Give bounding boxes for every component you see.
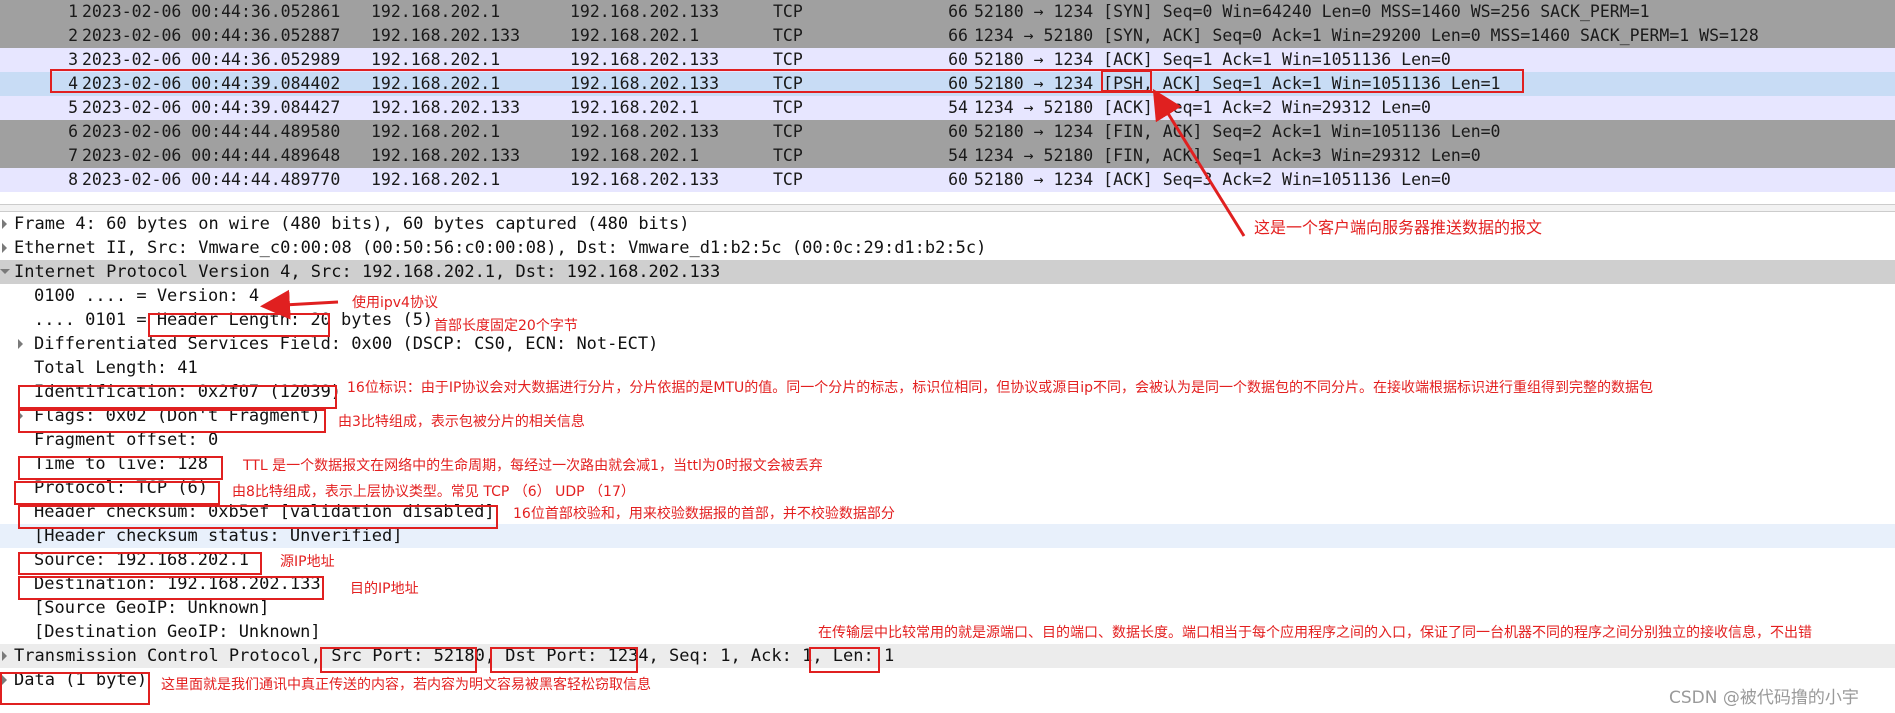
packet-info: 52180 → 1234 [FIN, ACK] Seq=2 Ack=1 Win=…	[974, 122, 1501, 141]
packet-protocol: TCP	[773, 146, 803, 165]
packet-info: 1234 → 52180 [ACK] Seq=1 Ack=2 Win=29312…	[974, 98, 1431, 117]
packet-length: 66	[948, 2, 968, 21]
packet-row[interactable]: 6 2023-02-06 00:44:44.489580 192.168.202.1…	[0, 120, 1895, 144]
highlight-checksum	[18, 505, 498, 529]
detail-text: Ethernet II, Src: Vmware_c0:00:08 (00:50…	[14, 238, 987, 258]
detail-row[interactable]: 0100 .... = Version: 4	[0, 284, 1895, 308]
annotation-checksum: 16位首部校验和，用来校验数据报的首部，并不校验数据部分	[513, 506, 895, 522]
packet-time: 2023-02-06 00:44:36.052861	[82, 2, 341, 21]
packet-length: 54	[948, 98, 968, 117]
highlight-protocol	[14, 481, 220, 505]
annotation-ttl: TTL 是一个数据报文在网络中的生命周期，每经过一次路由就会减1，当ttl为0时…	[243, 458, 823, 474]
packet-source: 192.168.202.133	[371, 146, 521, 165]
highlight-header-length	[148, 313, 330, 337]
detail-text: Internet Protocol Version 4, Src: 192.16…	[14, 262, 721, 282]
packet-row[interactable]: 8 2023-02-06 00:44:44.489770 192.168.202.1…	[0, 168, 1895, 192]
packet-protocol: TCP	[773, 98, 803, 117]
highlight-psh-flag	[1101, 70, 1152, 92]
detail-text: Total Length: 41	[34, 358, 198, 378]
packet-row[interactable]: 2 2023-02-06 00:44:36.052887 192.168.202.1…	[0, 24, 1895, 48]
packet-source: 192.168.202.1	[371, 2, 501, 21]
packet-destination: 192.168.202.1	[570, 98, 700, 117]
packet-info: 1234 → 52180 [FIN, ACK] Seq=1 Ack=3 Win=…	[974, 146, 1481, 165]
packet-no: 8	[68, 170, 78, 189]
packet-info: 52180 → 1234 [SYN] Seq=0 Win=64240 Len=0…	[974, 2, 1650, 21]
expand-arrow-icon[interactable]	[2, 243, 7, 253]
detail-row[interactable]: Transmission Control Protocol, Src Port:…	[0, 644, 1895, 668]
highlight-source	[18, 552, 262, 575]
detail-text: Frame 4: 60 bytes on wire (480 bits), 60…	[14, 214, 690, 234]
packet-destination: 192.168.202.133	[570, 2, 720, 21]
highlight-dst-port	[490, 647, 638, 673]
packet-protocol: TCP	[773, 170, 803, 189]
packet-length: 66	[948, 26, 968, 45]
watermark: CSDN @被代码撸的小宇	[1669, 688, 1859, 708]
packet-length: 60	[948, 122, 968, 141]
detail-row[interactable]: Internet Protocol Version 4, Src: 192.16…	[0, 260, 1895, 284]
packet-row[interactable]: 7 2023-02-06 00:44:44.489648 192.168.202.1…	[0, 144, 1895, 168]
detail-row[interactable]: Frame 4: 60 bytes on wire (480 bits), 60…	[0, 212, 1895, 236]
packet-source: 192.168.202.1	[371, 122, 501, 141]
detail-text: 0100 .... = Version: 4	[34, 286, 260, 306]
packet-destination: 192.168.202.1	[570, 146, 700, 165]
expand-arrow-icon[interactable]	[18, 339, 23, 349]
packet-no: 7	[68, 146, 78, 165]
packet-protocol: TCP	[773, 2, 803, 21]
packet-no: 5	[68, 98, 78, 117]
annotation-version: 使用ipv4协议	[352, 295, 438, 311]
detail-text: Differentiated Services Field: 0x00 (DSC…	[34, 334, 659, 354]
collapse-arrow-icon[interactable]	[0, 269, 10, 274]
highlight-packet-4	[50, 69, 1524, 93]
packet-no: 2	[68, 26, 78, 45]
packet-info: 52180 → 1234 [ACK] Seq=3 Ack=2 Win=10511…	[974, 170, 1451, 189]
packet-destination: 192.168.202.133	[570, 170, 720, 189]
expand-arrow-icon[interactable]	[2, 219, 7, 229]
packet-length: 60	[948, 170, 968, 189]
packet-row[interactable]: 5 2023-02-06 00:44:39.084427 192.168.202.1…	[0, 96, 1895, 120]
detail-text: [Destination GeoIP: Unknown]	[34, 622, 321, 642]
annotation-header-length: 首部长度固定20个字节	[434, 318, 578, 334]
highlight-len	[809, 647, 880, 673]
packet-no: 6	[68, 122, 78, 141]
annotation-data: 这里面就是我们通讯中真正传送的内容，若内容为明文容易被黑客轻松窃取信息	[161, 677, 651, 693]
highlight-ttl	[18, 456, 223, 480]
packet-row[interactable]: 1 2023-02-06 00:44:36.052861 192.168.202.1…	[0, 0, 1895, 24]
packet-list[interactable]: 1 2023-02-06 00:44:36.052861 192.168.202.1…	[0, 0, 1895, 192]
packet-time: 2023-02-06 00:44:44.489770	[82, 170, 341, 189]
pane-splitter[interactable]	[0, 204, 1895, 212]
annotation-protocol: 由8比特组成，表示上层协议类型。常见 TCP （6） UDP （17）	[232, 484, 635, 500]
highlight-flags	[18, 409, 326, 433]
packet-protocol: TCP	[773, 122, 803, 141]
packet-info: 1234 → 52180 [SYN, ACK] Seq=0 Ack=1 Win=…	[974, 26, 1759, 45]
highlight-data	[0, 672, 150, 705]
packet-no: 1	[68, 2, 78, 21]
packet-time: 2023-02-06 00:44:44.489580	[82, 122, 341, 141]
packet-source: 192.168.202.133	[371, 98, 521, 117]
highlight-destination	[18, 576, 324, 600]
annotation-source: 源IP地址	[280, 554, 335, 570]
highlight-identification	[18, 385, 337, 409]
annotation-flags: 由3比特组成，表示包被分片的相关信息	[338, 414, 585, 430]
packet-time: 2023-02-06 00:44:39.084427	[82, 98, 341, 117]
detail-row[interactable]: Ethernet II, Src: Vmware_c0:00:08 (00:50…	[0, 236, 1895, 260]
packet-time: 2023-02-06 00:44:36.052887	[82, 26, 341, 45]
packet-time: 2023-02-06 00:44:44.489648	[82, 146, 341, 165]
packet-source: 192.168.202.133	[371, 26, 521, 45]
annotation-push-packet: 这是一个客户端向服务器推送数据的报文	[1254, 218, 1543, 237]
expand-arrow-icon[interactable]	[2, 651, 7, 661]
annotation-tcp: 在传输层中比较常用的就是源端口、目的端口、数据长度。端口相当于每个应用程序之间的…	[818, 625, 1812, 641]
packet-protocol: TCP	[773, 26, 803, 45]
annotation-identification: 16位标识：由于IP协议会对大数据进行分片，分片依据的是MTU的值。同一个分片的…	[347, 380, 1654, 396]
highlight-src-port	[320, 647, 477, 673]
annotation-destination: 目的IP地址	[350, 581, 419, 597]
packet-destination: 192.168.202.1	[570, 26, 700, 45]
packet-destination: 192.168.202.133	[570, 122, 720, 141]
packet-length: 54	[948, 146, 968, 165]
packet-source: 192.168.202.1	[371, 170, 501, 189]
detail-row[interactable]: Total Length: 41	[0, 356, 1895, 380]
